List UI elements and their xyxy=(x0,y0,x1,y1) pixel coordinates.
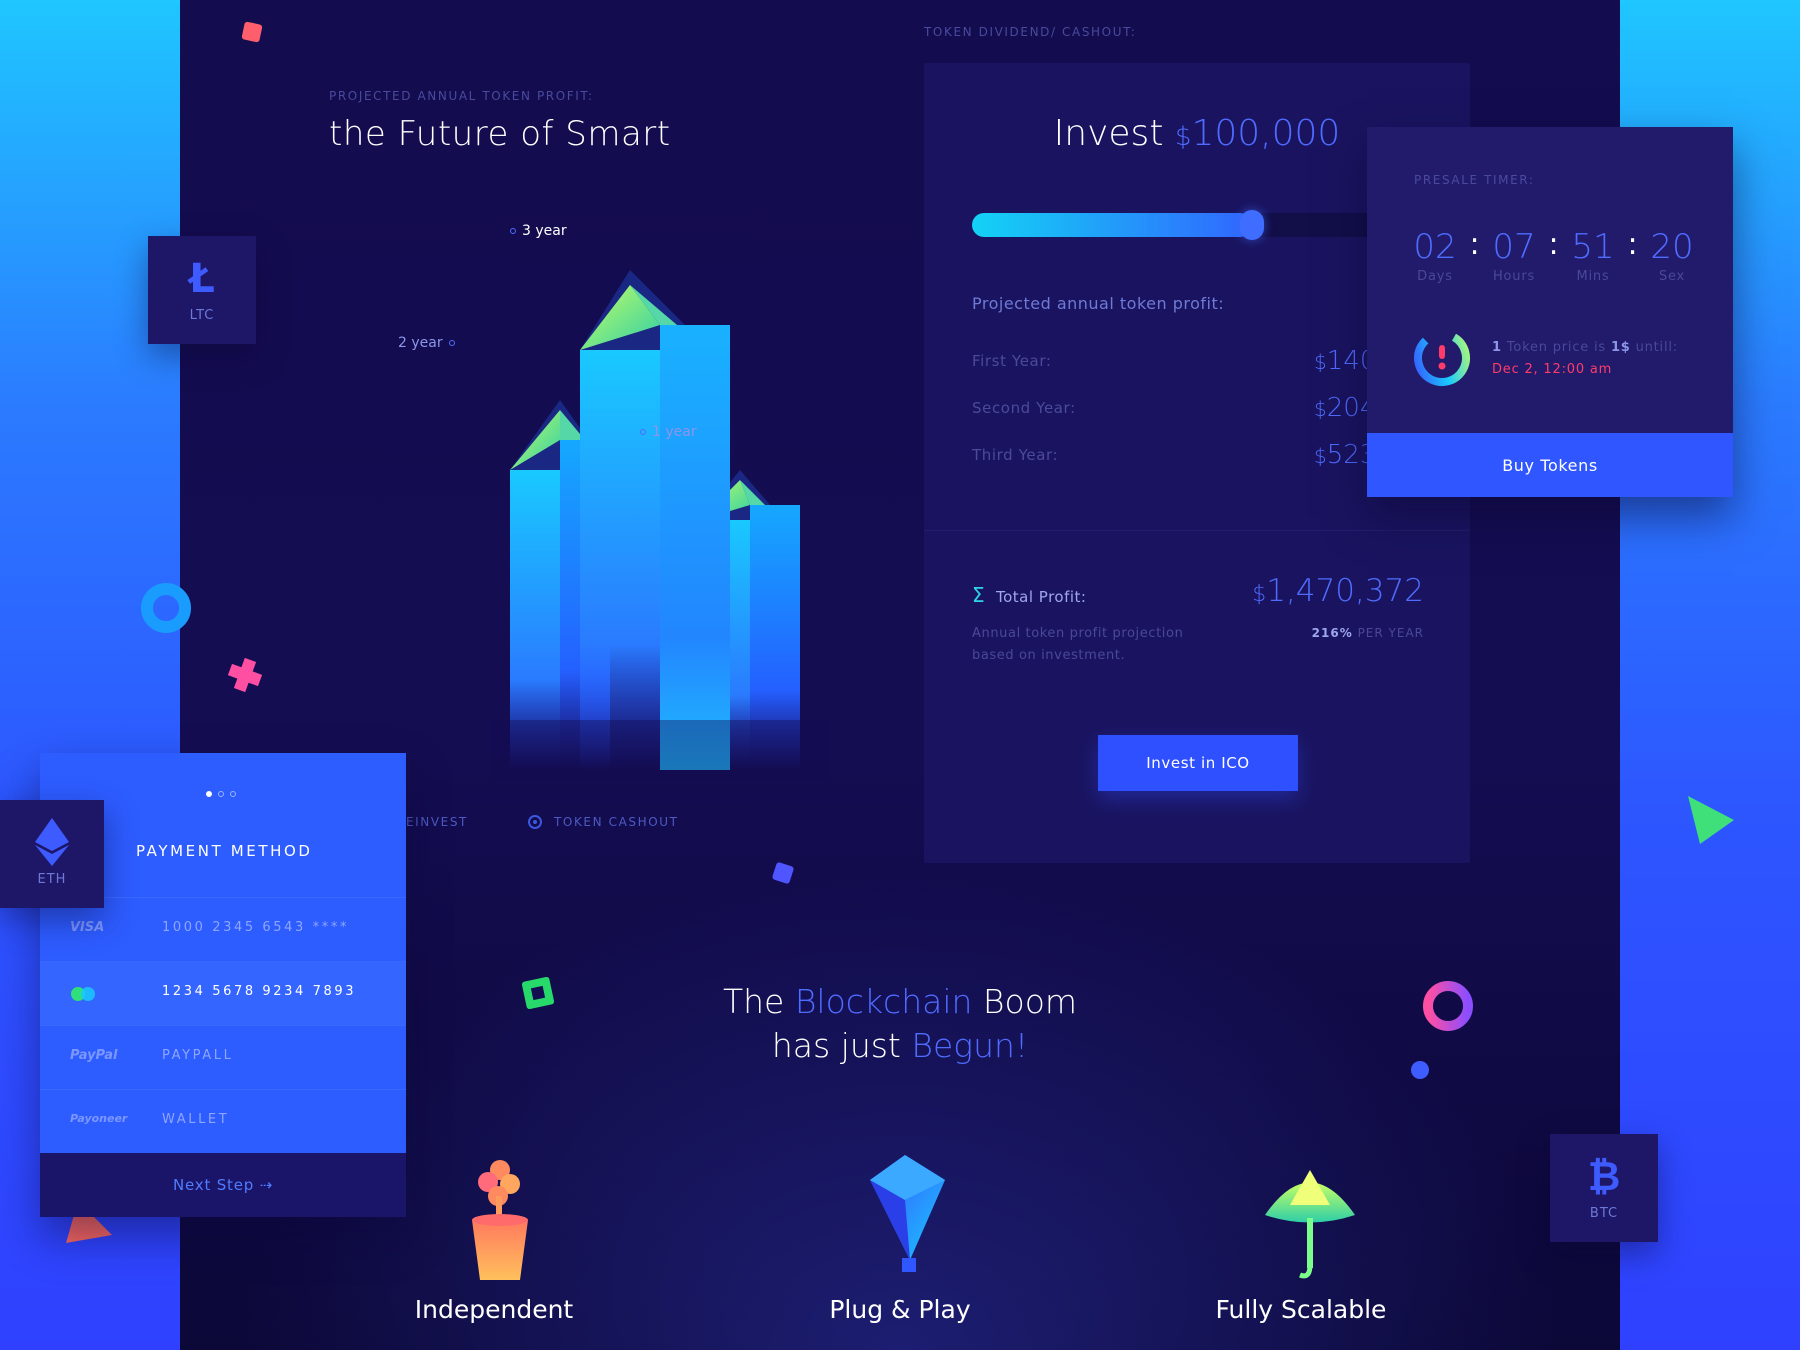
umbrella-scale-icon xyxy=(1265,1170,1355,1279)
feature-plug-and-play: Plug & Play xyxy=(829,1295,971,1324)
litecoin-icon: Ł xyxy=(189,256,215,302)
timer-days: 02 Days xyxy=(1413,227,1457,284)
visa-icon: VISA xyxy=(70,920,105,935)
bar-label-1-year: 1 year xyxy=(640,424,697,440)
profit-bar-illustration xyxy=(490,270,830,780)
bitcoin-icon: ₿ xyxy=(1587,1154,1621,1200)
bar-label-3-year: 3 year xyxy=(510,223,567,239)
card-divider xyxy=(924,530,1470,531)
blue-ring-decoration xyxy=(141,583,191,633)
cashout-options: REINVEST TOKEN CASHOUT xyxy=(370,815,679,829)
next-step-button[interactable]: Next Step ⇢ xyxy=(40,1153,406,1217)
pink-ring-decoration xyxy=(1423,981,1473,1031)
blue-cube-decoration xyxy=(772,862,794,884)
ltc-badge: Ł LTC xyxy=(148,236,256,344)
red-cube-decoration xyxy=(241,21,263,43)
timer-mins: 51 Mins xyxy=(1571,227,1615,284)
ethereum-icon xyxy=(35,818,69,866)
green-square-decoration xyxy=(521,976,555,1010)
percent-per-year: 216% PER YEAR xyxy=(1311,626,1424,640)
bar-3-year xyxy=(580,270,730,770)
slider-handle[interactable] xyxy=(1240,210,1264,240)
invest-in-ico-button[interactable]: Invest in ICO xyxy=(1098,735,1298,791)
countdown: 02 Days : 07 Hours : 51 Mins : 20 Sex xyxy=(1407,227,1707,284)
arrow-right-icon: ⇢ xyxy=(259,1176,274,1194)
buy-tokens-button[interactable]: Buy Tokens xyxy=(1367,433,1733,497)
projected-profit-label: Projected annual token profit: xyxy=(972,294,1225,313)
pager-dots[interactable] xyxy=(206,791,236,797)
total-profit-label: Total Profit: xyxy=(996,588,1087,606)
blockchain-boom-heading: The Blockchain Boom has just Begun! xyxy=(722,982,1078,1065)
total-profit-value: $1,470,372 xyxy=(1252,573,1424,609)
payment-option-payoneer[interactable]: Payoneer WALLET xyxy=(40,1089,406,1153)
token-price-note: 1 Token price is 1$ untill: Dec 2, 12:00… xyxy=(1492,337,1678,381)
feature-fully-scalable: Fully Scalable xyxy=(1215,1295,1387,1324)
eth-badge: ETH xyxy=(0,800,104,908)
feature-independent: Independent xyxy=(414,1295,574,1324)
alert-progress-icon xyxy=(1414,330,1470,386)
timer-hours: 07 Hours xyxy=(1492,227,1536,284)
timer-secs: 20 Sex xyxy=(1650,227,1694,284)
token-cashout-option[interactable]: TOKEN CASHOUT xyxy=(527,815,679,829)
bar-label-2-year: 2 year xyxy=(398,335,455,351)
blue-dot-decoration xyxy=(1411,1061,1429,1079)
sigma-icon: Σ xyxy=(972,583,985,607)
coin-pot-icon xyxy=(472,1160,528,1280)
dividend-section-label: TOKEN DIVIDEND/ CASHOUT: xyxy=(924,25,1137,39)
presale-end-date: Dec 2, 12:00 am xyxy=(1492,362,1613,377)
profit-note: Annual token profit projection based on … xyxy=(972,626,1184,663)
pink-cross-decoration xyxy=(227,657,263,693)
crystal-plug-icon xyxy=(870,1155,945,1272)
payoneer-icon: Payoneer xyxy=(70,1112,128,1125)
payment-option-mastercard[interactable]: 1234 5678 9234 7893 xyxy=(40,961,406,1025)
presale-timer-label: PRESALE TIMER: xyxy=(1414,173,1535,187)
payment-option-paypal[interactable]: PayPal PAYPALL xyxy=(40,1025,406,1089)
btc-badge: ₿ BTC xyxy=(1550,1134,1658,1242)
green-triangle-decoration xyxy=(1688,796,1734,844)
mastercard-icon xyxy=(71,987,95,1001)
paypal-icon: PayPal xyxy=(70,1048,118,1063)
chart-title: the Future of Smart xyxy=(329,114,671,154)
slider-fill xyxy=(972,213,1252,237)
payment-method-title: PAYMENT METHOD xyxy=(136,842,313,860)
token-cashout-radio[interactable] xyxy=(527,815,542,829)
chart-section-label: PROJECTED ANNUAL TOKEN PROFIT: xyxy=(329,89,594,103)
presale-timer-card: PRESALE TIMER: 02 Days : 07 Hours : 51 Mins… xyxy=(1367,127,1733,497)
